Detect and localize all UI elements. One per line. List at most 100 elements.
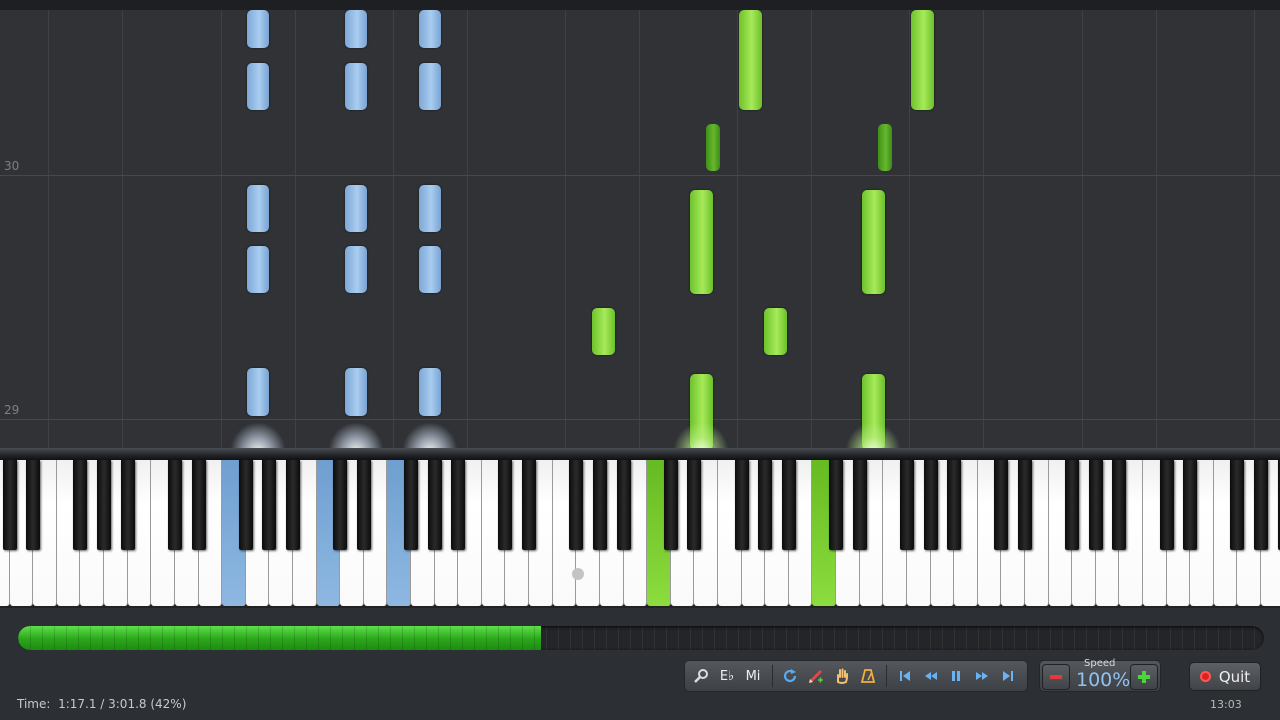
- left-hand-note: [345, 185, 367, 232]
- speed-label: Speed: [1084, 658, 1116, 669]
- black-key[interactable]: [1254, 460, 1269, 550]
- black-key[interactable]: [899, 460, 914, 550]
- quit-button[interactable]: Quit: [1189, 662, 1261, 691]
- right-hand-note: [862, 190, 885, 294]
- black-key[interactable]: [687, 460, 702, 550]
- magnifier-icon[interactable]: [690, 663, 712, 689]
- black-key[interactable]: [262, 460, 277, 550]
- black-key[interactable]: [1159, 460, 1174, 550]
- note-hit-glow: [845, 422, 901, 450]
- lane-line: [1156, 10, 1157, 450]
- lane-line: [48, 10, 49, 450]
- black-key[interactable]: [238, 460, 253, 550]
- black-key[interactable]: [498, 460, 513, 550]
- black-key[interactable]: [120, 460, 135, 550]
- black-key[interactable]: [781, 460, 796, 550]
- note-hit-glow: [230, 422, 286, 450]
- black-key[interactable]: [994, 460, 1009, 550]
- black-key[interactable]: [191, 460, 206, 550]
- black-key[interactable]: [285, 460, 300, 550]
- black-key[interactable]: [569, 460, 584, 550]
- left-hand-note: [345, 10, 367, 48]
- loop-icon[interactable]: [779, 663, 801, 689]
- left-hand-note: [419, 368, 441, 416]
- lane-line: [565, 10, 566, 450]
- black-key[interactable]: [26, 460, 41, 550]
- black-key[interactable]: [1088, 460, 1103, 550]
- lane-line: [221, 10, 222, 450]
- song-progress-bar[interactable]: [18, 626, 1264, 650]
- black-key[interactable]: [852, 460, 867, 550]
- black-key[interactable]: [333, 460, 348, 550]
- key-signature-button[interactable]: E♭: [716, 663, 738, 689]
- piano-keyboard[interactable]: [0, 460, 1280, 608]
- left-hand-note: [247, 246, 269, 293]
- left-hand-note: [345, 368, 367, 416]
- hand-icon[interactable]: [831, 663, 853, 689]
- black-key[interactable]: [947, 460, 962, 550]
- black-key[interactable]: [1017, 460, 1032, 550]
- left-hand-note: [247, 63, 269, 110]
- top-edge: [0, 0, 1280, 10]
- left-hand-note: [247, 368, 269, 416]
- black-key[interactable]: [167, 460, 182, 550]
- piano-roll: 30 29: [0, 10, 1280, 450]
- lane-line: [295, 10, 296, 450]
- pause-icon[interactable]: [945, 663, 967, 689]
- black-key[interactable]: [1112, 460, 1127, 550]
- black-key[interactable]: [97, 460, 112, 550]
- right-hand-note: [706, 124, 720, 171]
- rewind-icon[interactable]: [920, 663, 942, 689]
- black-key[interactable]: [73, 460, 88, 550]
- fast-forward-icon[interactable]: [971, 663, 993, 689]
- note-names-button[interactable]: Mi: [741, 663, 765, 689]
- right-hand-note: [878, 124, 892, 171]
- lane-line: [393, 10, 394, 450]
- black-key[interactable]: [923, 460, 938, 550]
- minus-icon[interactable]: [1042, 664, 1070, 690]
- black-key[interactable]: [758, 460, 773, 550]
- lane-line: [811, 10, 812, 450]
- skip-to-start-icon[interactable]: [894, 663, 916, 689]
- lane-line: [909, 10, 910, 450]
- black-key[interactable]: [522, 460, 537, 550]
- toolbar-separator: [772, 665, 773, 687]
- note-hit-glow: [673, 422, 729, 450]
- black-key[interactable]: [356, 460, 371, 550]
- black-key[interactable]: [829, 460, 844, 550]
- black-key[interactable]: [592, 460, 607, 550]
- black-key[interactable]: [663, 460, 678, 550]
- black-key[interactable]: [404, 460, 419, 550]
- black-key[interactable]: [1183, 460, 1198, 550]
- right-hand-note: [764, 308, 787, 355]
- note-hit-glow: [328, 422, 384, 450]
- lane-line: [1082, 10, 1083, 450]
- lane-line: [639, 10, 640, 450]
- speed-value: 100%: [1076, 669, 1131, 691]
- pencil-icon[interactable]: [805, 663, 827, 689]
- black-key[interactable]: [734, 460, 749, 550]
- left-hand-note: [419, 10, 441, 48]
- measure-number: 29: [4, 403, 20, 417]
- left-hand-note: [247, 10, 269, 48]
- black-key[interactable]: [1065, 460, 1080, 550]
- quit-label: Quit: [1218, 667, 1251, 686]
- left-hand-note: [247, 185, 269, 232]
- black-key[interactable]: [427, 460, 442, 550]
- left-hand-note: [345, 246, 367, 293]
- black-key[interactable]: [2, 460, 17, 550]
- lane-line: [737, 10, 738, 450]
- metronome-icon[interactable]: [857, 663, 879, 689]
- lane-line: [467, 10, 468, 450]
- lane-line: [983, 10, 984, 450]
- right-hand-note: [911, 10, 934, 110]
- right-hand-note: [690, 190, 713, 294]
- black-key[interactable]: [451, 460, 466, 550]
- black-key[interactable]: [616, 460, 631, 550]
- left-hand-note: [419, 63, 441, 110]
- note-hit-glow: [402, 422, 458, 450]
- plus-icon[interactable]: [1130, 664, 1158, 690]
- skip-to-end-icon[interactable]: [997, 663, 1019, 689]
- song-progress-fill: [18, 626, 542, 650]
- black-key[interactable]: [1230, 460, 1245, 550]
